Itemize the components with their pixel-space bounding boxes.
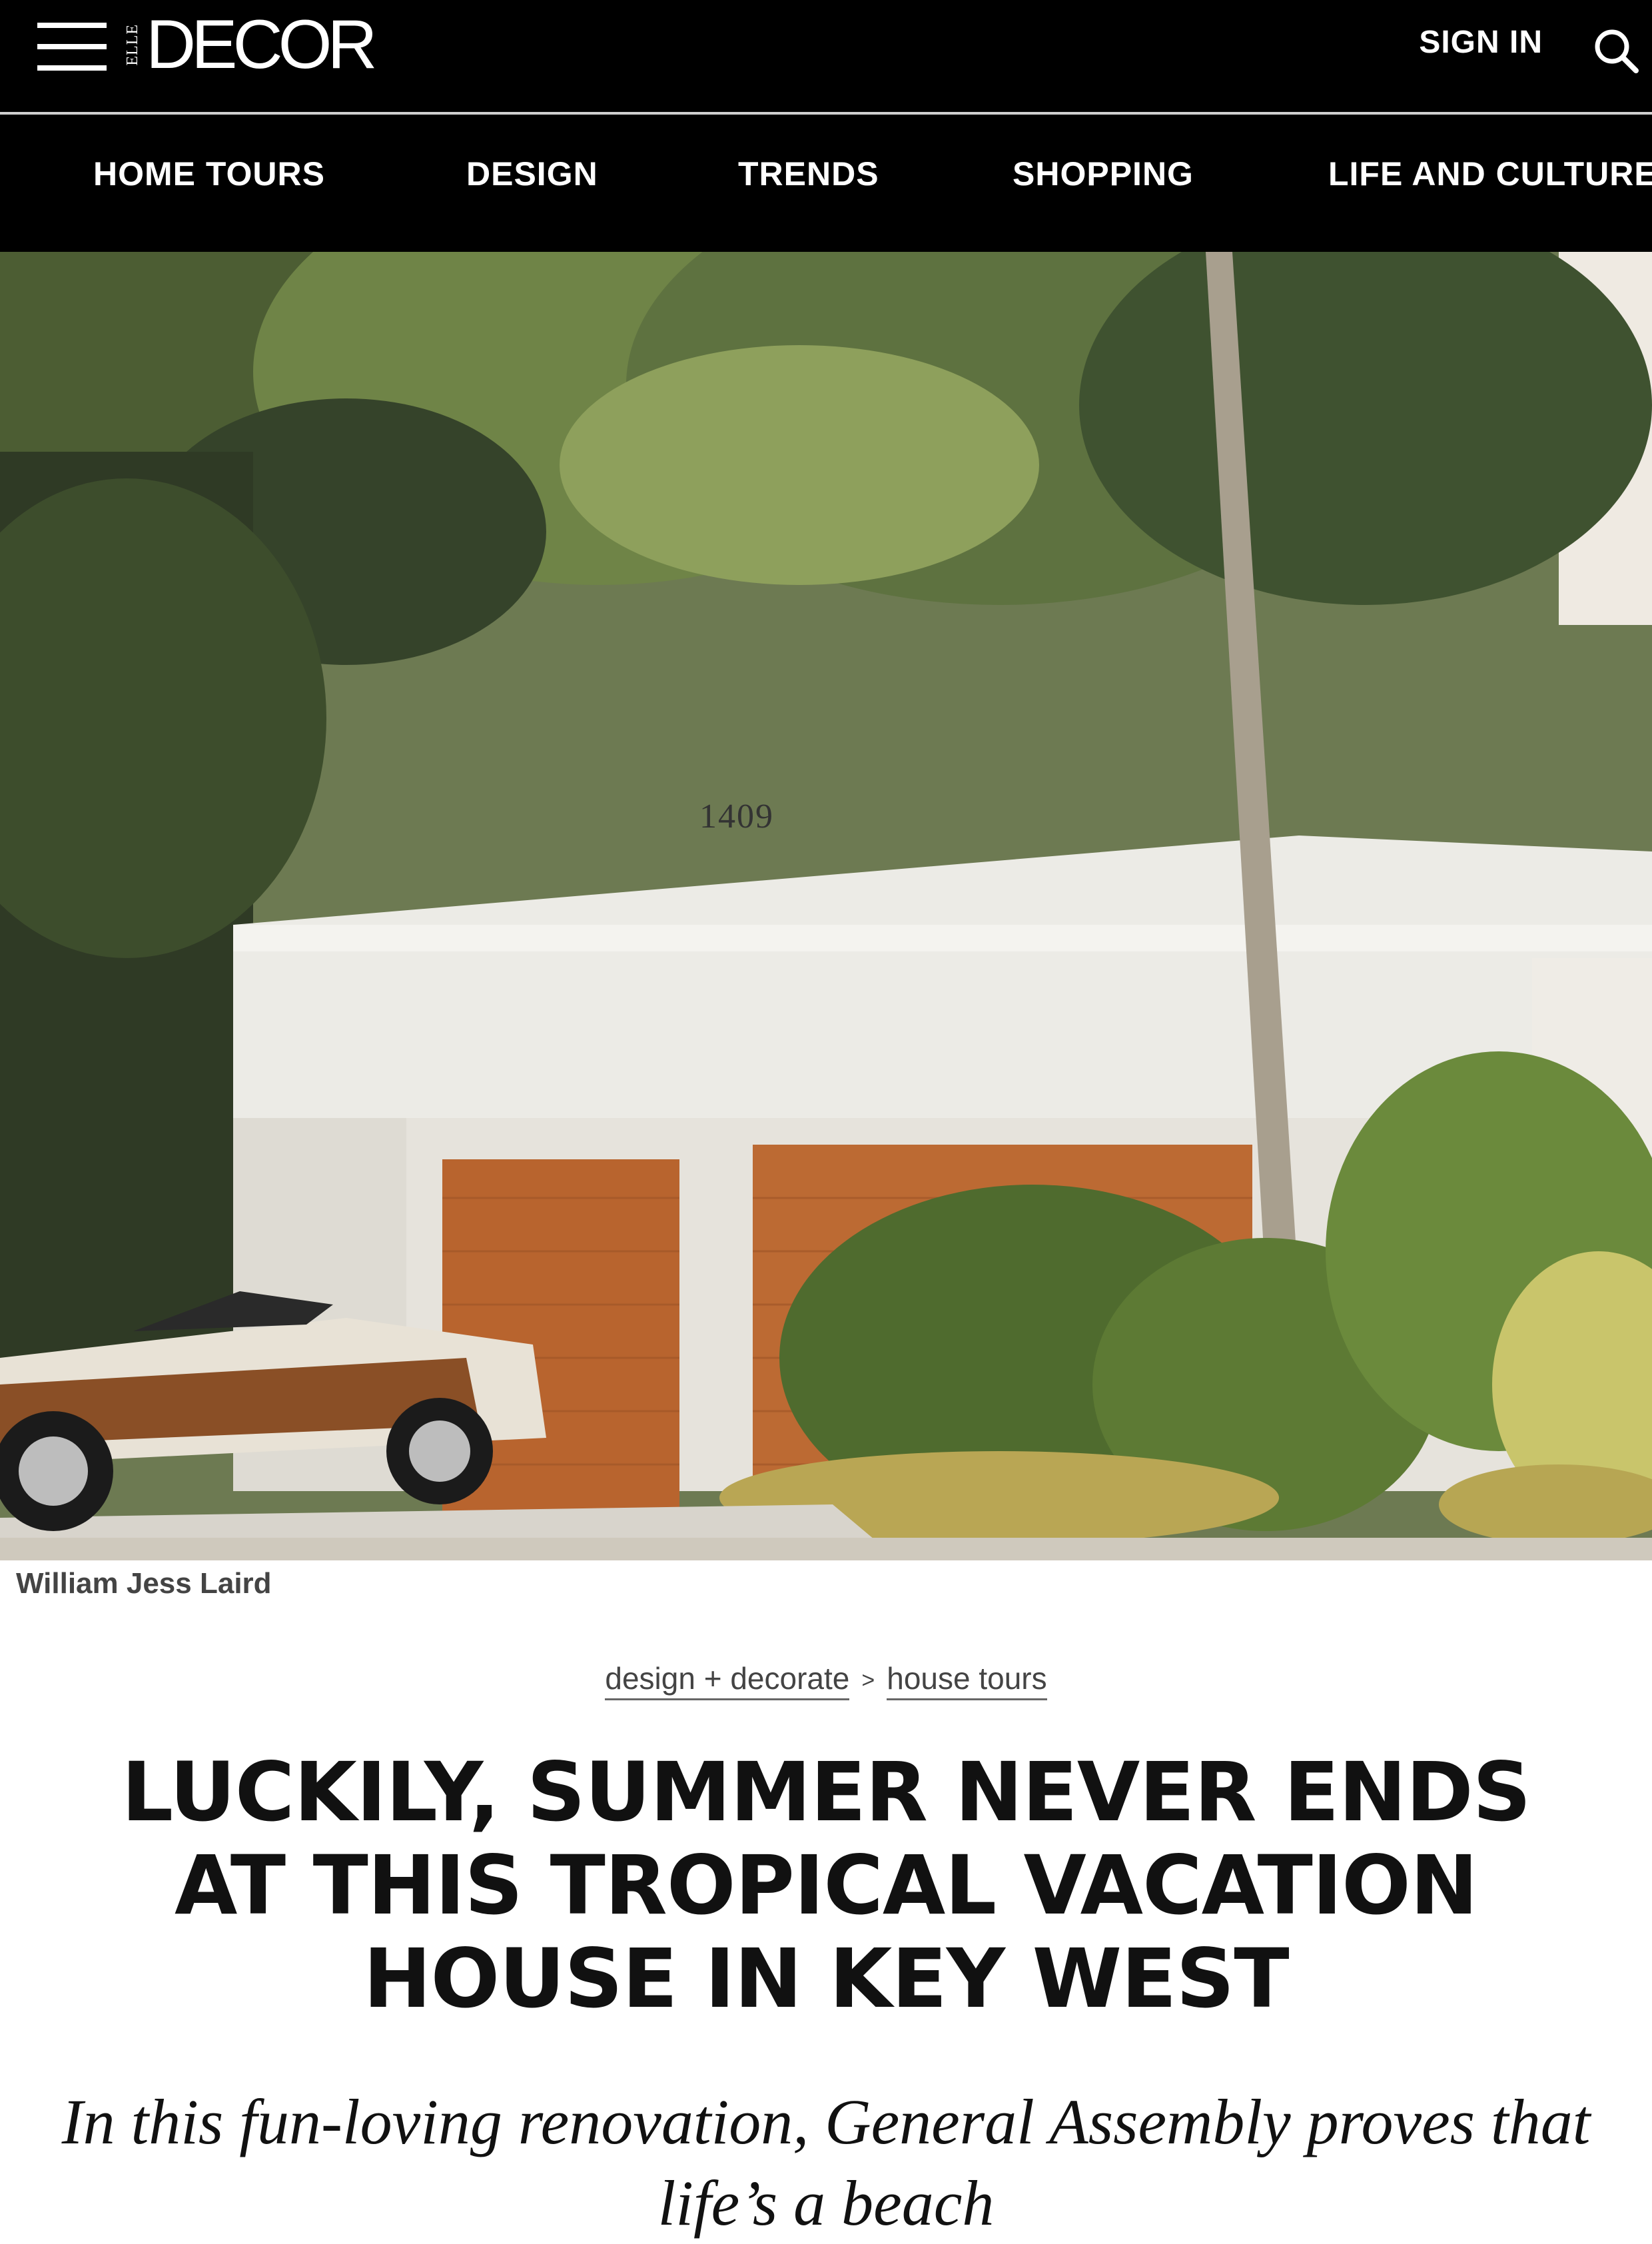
article-headline: LUCKILY, SUMMER NEVER ENDS AT THIS TROPI… [121, 1745, 1531, 2026]
nav-home-tours[interactable]: HOME TOURS [93, 155, 325, 193]
main-nav: HOME TOURS DESIGN TRENDS SHOPPING LIFE A… [0, 115, 1652, 252]
breadcrumb-house-tours[interactable]: house tours [887, 1661, 1047, 1700]
sign-in-link[interactable]: SIGN IN [1419, 24, 1543, 61]
nav-life-and-culture[interactable]: LIFE AND CULTURE [1328, 155, 1652, 193]
hero-image: 1409 [0, 252, 1652, 1560]
site-logo[interactable]: ELLE DECOR [124, 6, 378, 83]
top-bar: ELLE DECOR SIGN IN [0, 0, 1652, 112]
logo-elle-text: ELLE [124, 23, 141, 66]
nav-trends[interactable]: TRENDS [738, 155, 879, 193]
house-photo [0, 252, 1652, 1560]
search-icon[interactable] [1592, 27, 1640, 75]
breadcrumb: design + decorate > house tours [0, 1660, 1652, 1700]
article-dek: In this fun-loving renovation, General A… [61, 2086, 1591, 2239]
breadcrumb-design-decorate[interactable]: design + decorate [605, 1661, 850, 1700]
logo-decor-text: DECOR [146, 6, 378, 83]
nav-shopping[interactable]: SHOPPING [1013, 155, 1194, 193]
menu-icon[interactable] [37, 17, 107, 75]
breadcrumb-separator: > [861, 1668, 875, 1694]
nav-design[interactable]: DESIGN [466, 155, 598, 193]
house-number: 1409 [699, 798, 774, 836]
photo-credit: William Jess Laird [16, 1567, 272, 1600]
